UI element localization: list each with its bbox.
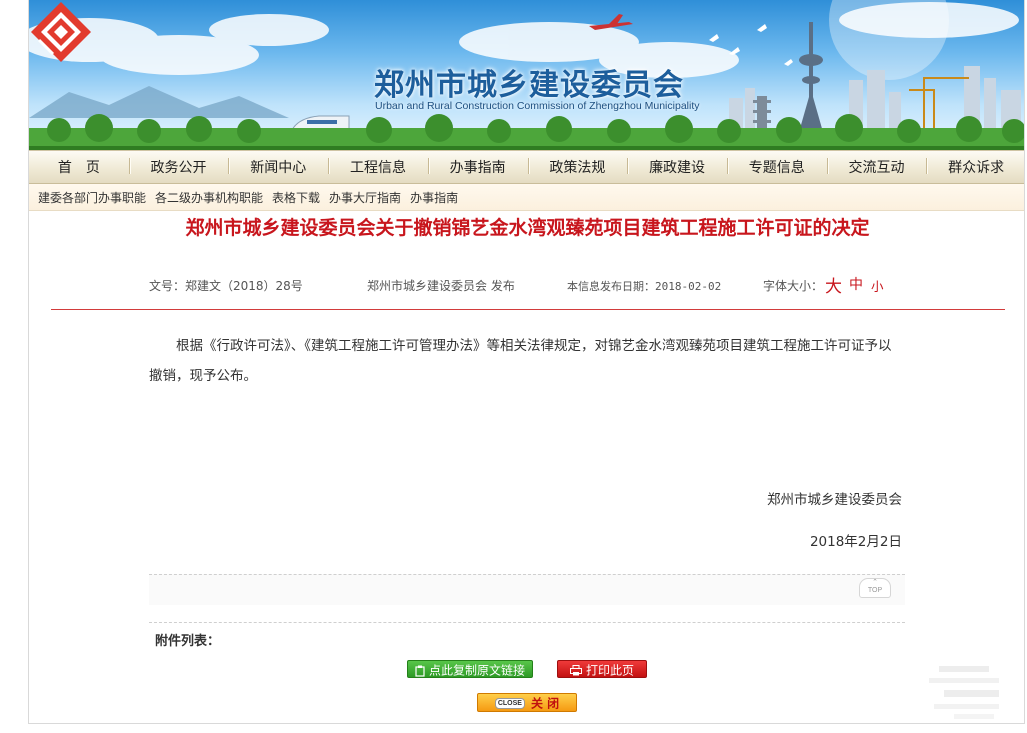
arrow-up-icon: ⌃ — [872, 579, 878, 586]
attachments-label: 附件列表： — [155, 634, 221, 649]
article-toolbar: ⌃ TOP — [149, 574, 905, 605]
print-button[interactable]: 打印此页 — [557, 660, 647, 678]
commission-logo-icon — [31, 2, 91, 62]
nav-item-interaction[interactable]: 交流互动 — [826, 157, 927, 177]
subnav-item-agency-functions[interactable]: 各二级办事机构职能 — [155, 189, 263, 206]
header-banner: 郑州市城乡建设委员会 Urban and Rural Construction … — [29, 0, 1024, 150]
article-body: 根据《行政许可法》、《建筑工程施工许可管理办法》等相关法律规定，对锦艺金水湾观臻… — [149, 338, 892, 384]
font-size-large-link[interactable]: 大 — [825, 272, 842, 297]
close-tag: CLOSE — [494, 698, 525, 709]
font-size-label: 字体大小： — [763, 279, 824, 293]
close-button[interactable]: CLOSE 关 闭 — [477, 693, 577, 712]
signature: 郑州市城乡建设委员会 — [767, 492, 902, 508]
nav-item-topics[interactable]: 专题信息 — [726, 157, 827, 177]
nav-item-guide[interactable]: 办事指南 — [427, 157, 528, 177]
copy-link-button[interactable]: 点此复制原文链接 — [407, 660, 533, 678]
title-divider — [51, 309, 1005, 310]
nav-item-integrity[interactable]: 廉政建设 — [627, 157, 727, 177]
document-number: 文号：郑建文（2018）28号 — [149, 279, 303, 293]
clipboard-icon — [415, 665, 425, 677]
sub-nav: 建委各部门办事职能 各二级办事机构职能 表格下载 办事大厅指南 办事指南 — [29, 184, 1024, 211]
font-size-medium-link[interactable]: 中 — [849, 274, 863, 294]
nav-item-news[interactable]: 新闻中心 — [228, 157, 328, 177]
nav-item-projects[interactable]: 工程信息 — [328, 157, 428, 177]
signature-date: 2018年2月2日 — [809, 534, 902, 550]
subnav-item-guide[interactable]: 办事指南 — [410, 189, 458, 206]
site-title: 郑州市城乡建设委员会 — [374, 68, 684, 103]
nav-item-home[interactable]: 首 页 — [29, 157, 129, 177]
print-icon — [569, 665, 582, 676]
page-frame: 郑州市城乡建设委员会 Urban and Rural Construction … — [28, 0, 1025, 724]
nav-item-appeals[interactable]: 群众诉求 — [926, 157, 1024, 177]
subnav-item-dept-functions[interactable]: 建委各部门办事职能 — [38, 189, 146, 206]
copy-link-label: 点此复制原文链接 — [428, 663, 525, 678]
main-nav: 首 页 政务公开 新闻中心 工程信息 办事指南 政策法规 廉政建设 专题信息 交… — [29, 150, 1024, 184]
back-to-top-button[interactable]: ⌃ TOP — [859, 578, 891, 598]
close-label: 关 闭 — [530, 696, 560, 711]
publisher: 郑州市城乡建设委员会 发布 — [367, 279, 515, 293]
top-label: TOP — [867, 587, 883, 594]
subnav-item-forms[interactable]: 表格下载 — [272, 189, 320, 206]
article-title: 郑州市城乡建设委员会关于撤销锦艺金水湾观臻苑项目建筑工程施工许可证的决定 — [185, 217, 870, 239]
subnav-item-hall-guide[interactable]: 办事大厅指南 — [329, 189, 401, 206]
nav-item-gov-affairs[interactable]: 政务公开 — [128, 157, 229, 177]
print-label: 打印此页 — [585, 663, 634, 678]
watermark-smudge — [929, 666, 999, 719]
font-size-small-link[interactable]: 小 — [871, 276, 884, 295]
article-meta: 文号：郑建文（2018）28号 郑州市城乡建设委员会 发布 本信息发布日期：20… — [149, 268, 905, 300]
attachments-divider — [149, 622, 905, 623]
publish-date: 本信息发布日期：2018-02-02 — [567, 280, 722, 293]
site-subtitle: Urban and Rural Construction Commission … — [375, 100, 700, 112]
nav-item-policy[interactable]: 政策法规 — [527, 157, 628, 177]
